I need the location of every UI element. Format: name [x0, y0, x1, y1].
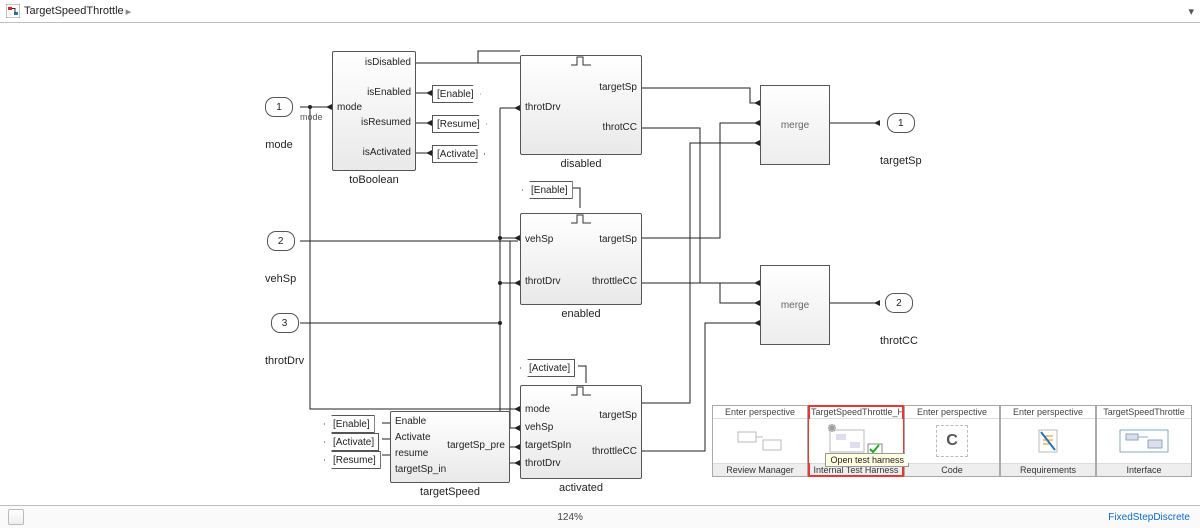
- chevron-right-icon: ▸: [126, 5, 132, 18]
- inport-throtdrv[interactable]: 3throtDrv: [265, 313, 304, 367]
- perspective-requirements[interactable]: Enter perspective Requirements: [1000, 405, 1096, 477]
- requirements-icon: [1033, 426, 1063, 456]
- merge-targetsp[interactable]: merge: [760, 85, 830, 165]
- block-toboolean[interactable]: mode isDisabled isEnabled isResumed isAc…: [332, 51, 416, 171]
- perspective-interface[interactable]: TargetSpeedThrottle Interface: [1096, 405, 1192, 477]
- outport-throtcc[interactable]: 2throtCC: [880, 293, 918, 347]
- inport-mode[interactable]: 1 mode: [265, 97, 293, 151]
- from-enable-ts[interactable]: [Enable]: [324, 415, 375, 433]
- breadcrumb-title[interactable]: TargetSpeedThrottle: [24, 5, 124, 17]
- signal-label: mode: [300, 112, 323, 122]
- outport-targetsp[interactable]: 1targetSp: [880, 113, 922, 167]
- trigger-icon: [567, 54, 595, 68]
- perspective-code[interactable]: Enter perspective C Code: [904, 405, 1000, 477]
- zoom-level[interactable]: 124%: [557, 512, 583, 523]
- from-enable[interactable]: [Enable]: [522, 181, 573, 199]
- status-indicator-icon[interactable]: [8, 509, 24, 525]
- merge-throtcc[interactable]: merge: [760, 265, 830, 345]
- block-activated[interactable]: mode targetSp vehSp targetSpIn throttleC…: [520, 385, 642, 479]
- inport-badge: 1: [265, 97, 293, 117]
- perspective-review[interactable]: Enter perspective Review Manager: [712, 405, 808, 477]
- goto-enable[interactable]: [Enable]: [432, 85, 481, 103]
- from-resume-ts[interactable]: [Resume]: [324, 451, 381, 469]
- status-bar: 124% FixedStepDiscrete: [0, 505, 1200, 528]
- perspective-harness[interactable]: TargetSpeedThrottle_Harness Open test ha…: [808, 405, 904, 477]
- from-activate-ts[interactable]: [Activate]: [324, 433, 379, 451]
- block-disabled[interactable]: targetSp throtDrv throtCC disabled: [520, 55, 642, 155]
- interface-icon: [1114, 424, 1174, 458]
- trigger-icon: [567, 384, 595, 398]
- inport-vehsp[interactable]: 2vehSp: [265, 231, 296, 285]
- block-targetspeed[interactable]: Enable Activate resume targetSp_in targe…: [390, 411, 510, 483]
- trigger-icon: [567, 212, 595, 226]
- dropdown-icon[interactable]: ▾: [1188, 5, 1194, 18]
- tooltip: Open test harness: [825, 453, 909, 467]
- goto-activate[interactable]: [Activate]: [432, 145, 485, 163]
- perspective-bar: Enter perspective Review Manager TargetS…: [712, 405, 1192, 477]
- diagram-canvas[interactable]: 1 mode mode 2vehSp 3throtDrv mode isDisab…: [0, 23, 1200, 501]
- inport-label: mode: [265, 139, 293, 151]
- goto-resume[interactable]: [Resume]: [432, 115, 487, 133]
- review-icon: [735, 426, 785, 456]
- from-activate[interactable]: [Activate]: [520, 359, 575, 377]
- code-icon: C: [936, 425, 968, 457]
- breadcrumb[interactable]: TargetSpeedThrottle ▸ ▾: [0, 0, 1200, 23]
- solver-label[interactable]: FixedStepDiscrete: [1108, 512, 1190, 523]
- simulink-icon: [6, 4, 20, 18]
- block-enabled[interactable]: vehSp targetSp throtDrv throttleCC enabl…: [520, 213, 642, 305]
